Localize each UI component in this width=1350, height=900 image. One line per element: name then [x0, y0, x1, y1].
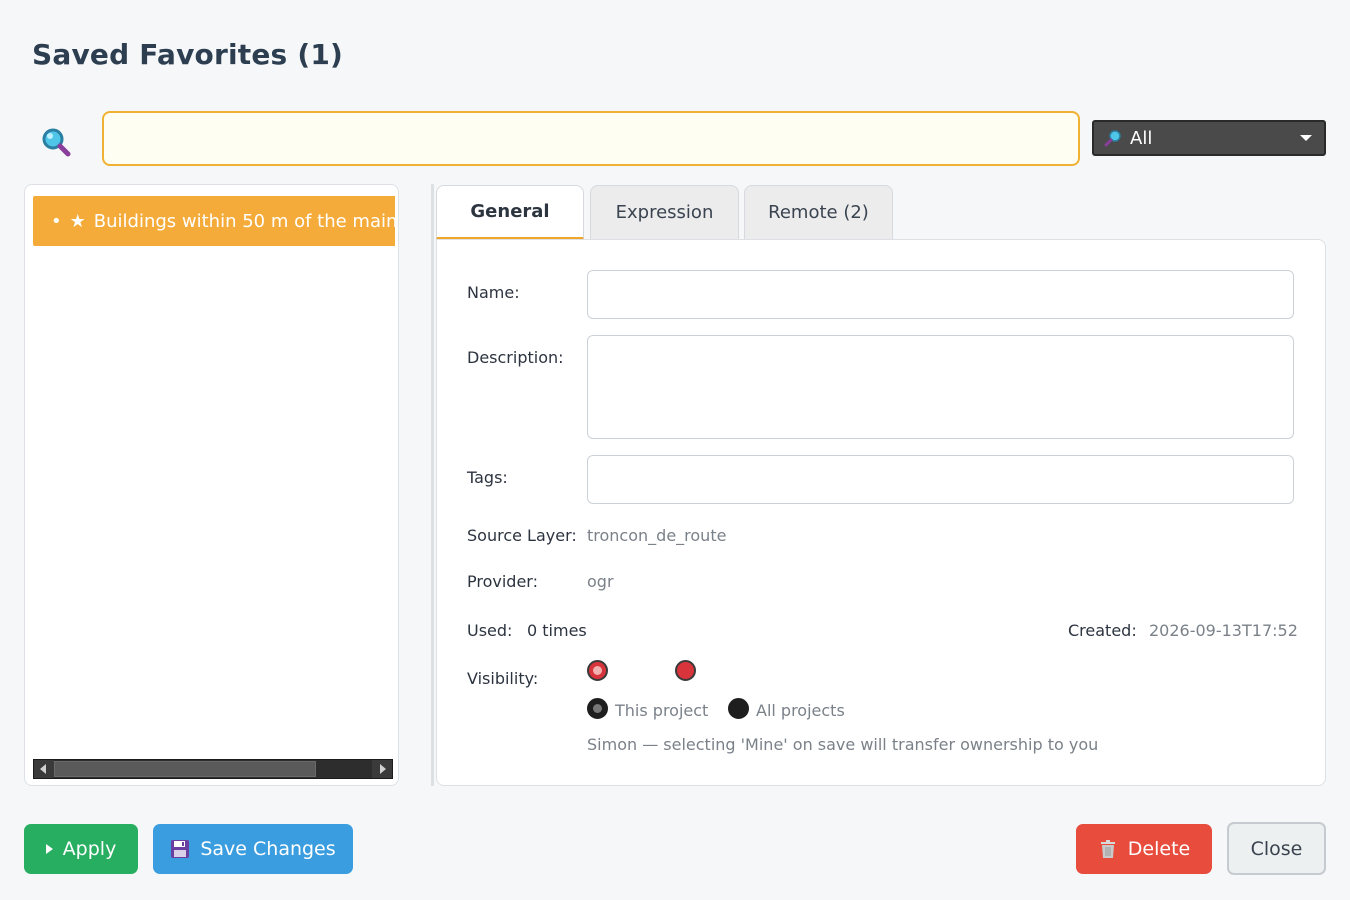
delete-button[interactable]: Delete	[1076, 824, 1212, 874]
source-layer-value: troncon_de_route	[587, 526, 727, 545]
search-icon	[40, 126, 72, 158]
radio-all-projects-label[interactable]: All projects	[756, 701, 845, 720]
tab-label: Remote (2)	[768, 202, 869, 223]
list-item-label: Buildings within 50 m of the main road	[93, 210, 395, 232]
name-label: Name:	[467, 283, 520, 302]
provider-value: ogr	[587, 572, 614, 591]
bullet-icon: •	[51, 210, 62, 232]
created-label: Created:	[1068, 621, 1137, 640]
radio-all-projects[interactable]	[728, 698, 749, 719]
search-icon	[1104, 129, 1122, 147]
ownership-note: Simon — selecting 'Mine' on save will tr…	[587, 735, 1099, 754]
favorites-list[interactable]: • ★ Buildings within 50 m of the main ro…	[24, 184, 399, 786]
panel-splitter[interactable]	[431, 184, 434, 786]
description-label: Description:	[467, 348, 564, 367]
tab-general[interactable]: General	[436, 185, 584, 240]
tab-remote[interactable]: Remote (2)	[744, 185, 893, 239]
radio-this-project[interactable]	[587, 698, 608, 719]
close-button-label: Close	[1250, 837, 1303, 860]
visibility-label: Visibility:	[467, 669, 539, 688]
dialog-title: Saved Favorites (1)	[32, 38, 344, 71]
used-value: 0 times	[527, 621, 587, 640]
provider-label: Provider:	[467, 572, 538, 591]
horizontal-scrollbar[interactable]	[33, 759, 393, 779]
search-input[interactable]	[102, 111, 1080, 166]
tags-field[interactable]	[587, 455, 1294, 504]
general-panel	[436, 239, 1326, 786]
filter-select-value: All	[1130, 127, 1153, 149]
save-changes-button-label: Save Changes	[200, 838, 336, 860]
trash-icon	[1098, 839, 1118, 859]
tags-label: Tags:	[467, 468, 508, 487]
apply-button[interactable]: Apply	[24, 824, 138, 874]
scroll-left-arrow-icon[interactable]	[34, 760, 54, 778]
save-changes-button[interactable]: Save Changes	[153, 824, 353, 874]
tab-expression[interactable]: Expression	[590, 185, 739, 239]
visibility-radio-shared[interactable]	[675, 660, 696, 681]
description-field[interactable]	[587, 335, 1294, 439]
star-icon: ★	[69, 210, 86, 232]
list-item[interactable]: • ★ Buildings within 50 m of the main ro…	[33, 196, 395, 246]
scroll-right-arrow-icon[interactable]	[372, 760, 392, 778]
delete-button-label: Delete	[1127, 838, 1191, 860]
play-icon	[45, 844, 53, 854]
chevron-down-icon	[1300, 135, 1312, 141]
name-field[interactable]	[587, 270, 1294, 319]
filter-select[interactable]: All	[1092, 120, 1326, 156]
scrollbar-thumb[interactable]	[54, 761, 316, 777]
used-label: Used:	[467, 621, 513, 640]
source-layer-label: Source Layer:	[467, 526, 577, 545]
visibility-radio-mine[interactable]	[587, 660, 608, 681]
tab-label: Expression	[615, 202, 714, 223]
apply-button-label: Apply	[62, 838, 117, 860]
close-button[interactable]: Close	[1227, 822, 1326, 875]
radio-this-project-label[interactable]: This project	[615, 701, 708, 720]
floppy-disk-icon	[170, 839, 190, 859]
tab-label: General	[470, 201, 550, 222]
created-value: 2026-09-13T17:52	[1149, 621, 1298, 640]
